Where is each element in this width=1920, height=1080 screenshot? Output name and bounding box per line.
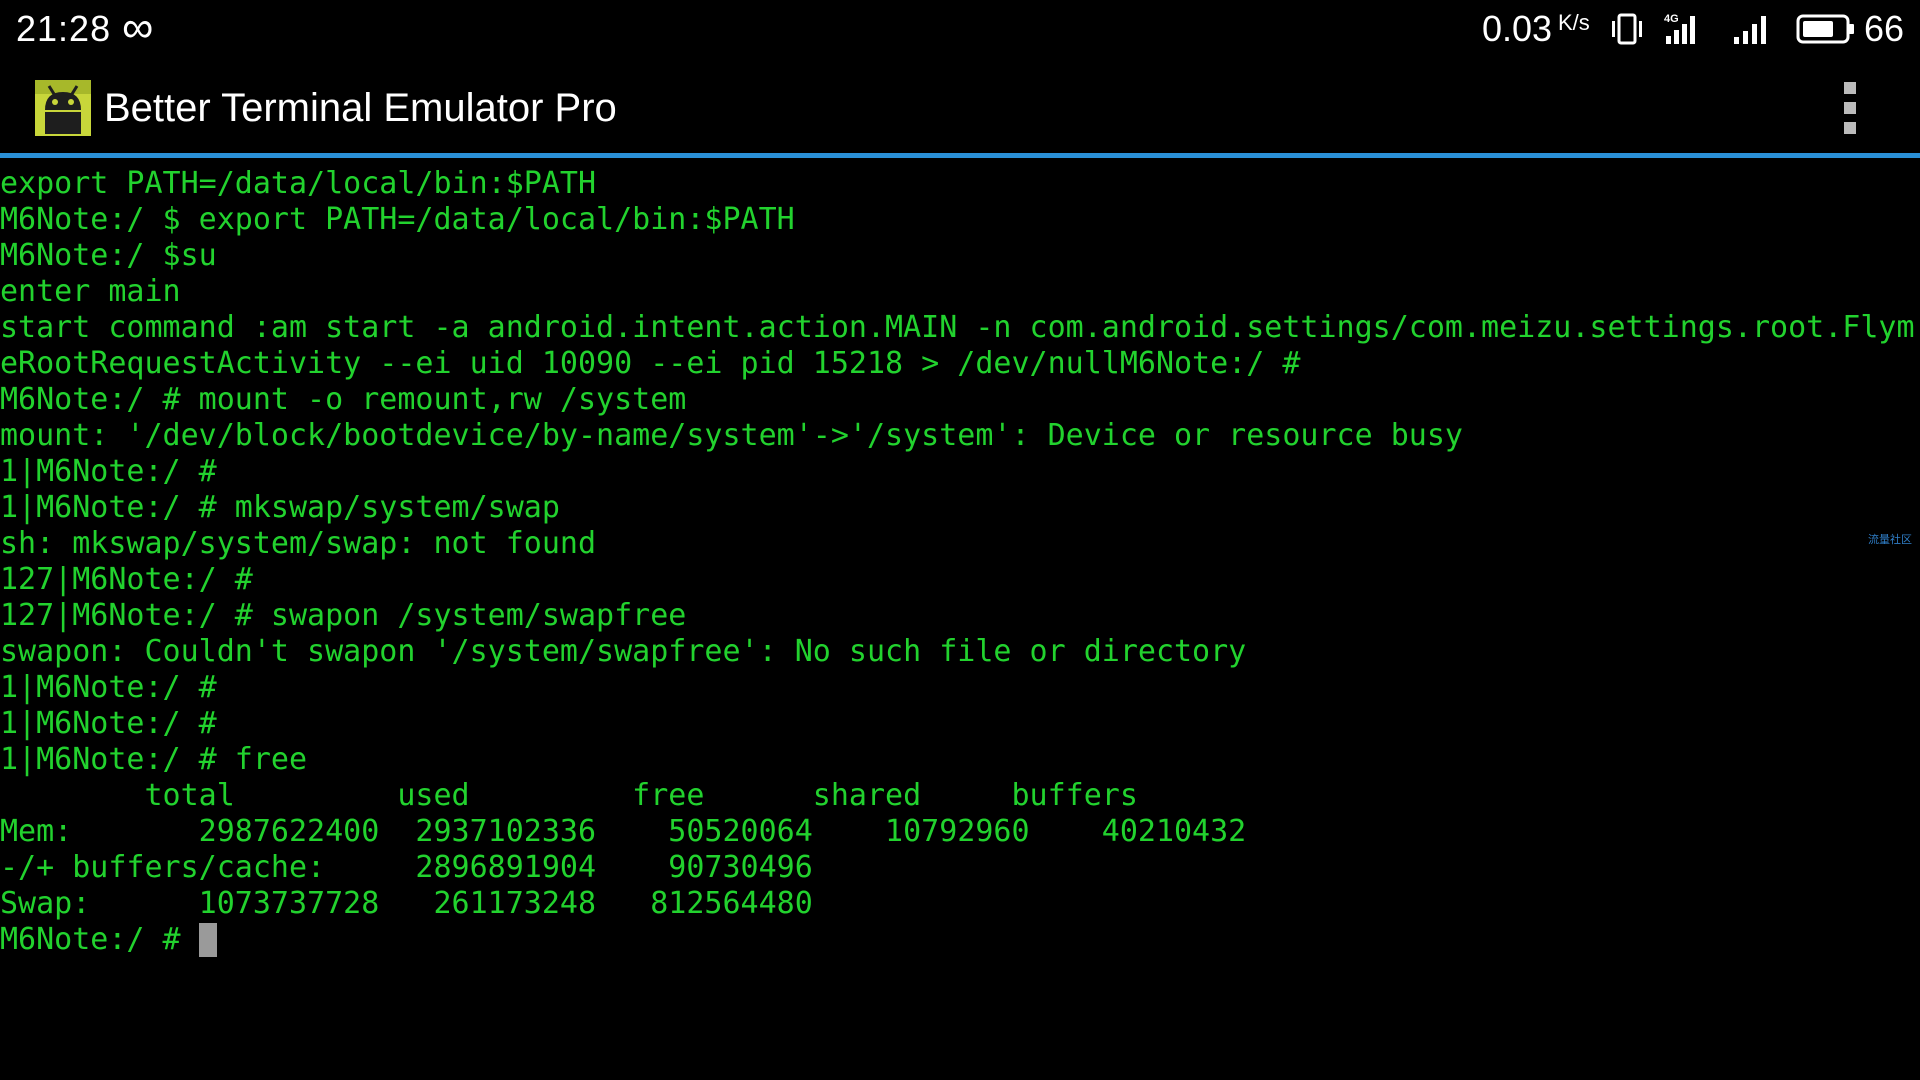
terminal-cursor xyxy=(198,923,217,957)
terminal-line: 1|M6Note:/ # xyxy=(0,454,217,489)
terminal-line: -/+ buffers/cache: 2896891904 90730496 xyxy=(0,850,813,885)
terminal-line: mount: '/dev/block/bootdevice/by-name/sy… xyxy=(0,418,1463,453)
network-speed-unit: K/s xyxy=(1558,10,1590,35)
terminal-line: enter main xyxy=(0,274,181,309)
battery-level: 66 xyxy=(1864,8,1905,49)
terminal-line: M6Note:/ # mount -o remount,rw /system xyxy=(0,382,687,417)
android-app-icon[interactable] xyxy=(35,80,91,136)
overflow-menu-icon[interactable] xyxy=(1836,80,1864,136)
signal-4g-icon: 4G xyxy=(1664,13,1695,44)
screen: 21:28 ∞ 0.03 K/s 4G 66 Better Terminal E… xyxy=(0,0,1920,1080)
watermark: 流量社区 xyxy=(1868,533,1912,546)
app-title: Better Terminal Emulator Pro xyxy=(104,86,617,130)
terminal-line: Swap: 1073737728 261173248 812564480 xyxy=(0,886,813,921)
terminal-line: 127|M6Note:/ # xyxy=(0,562,253,597)
infinity-icon: ∞ xyxy=(122,3,154,52)
terminal-line: 1|M6Note:/ # free xyxy=(0,742,308,777)
terminal-line: export PATH=/data/local/bin:$PATH xyxy=(0,166,597,201)
terminal-line: 1|M6Note:/ # mkswap/system/swap xyxy=(0,490,560,525)
terminal-line: M6Note:/ $ export PATH=/data/local/bin:$… xyxy=(0,202,795,237)
terminal-prompt-line[interactable]: M6Note:/ # xyxy=(0,922,1920,958)
terminal-view[interactable]: export PATH=/data/local/bin:$PATH M6Note:… xyxy=(0,166,1920,1080)
terminal-output: export PATH=/data/local/bin:$PATH M6Note:… xyxy=(0,166,1920,958)
terminal-line: eRootRequestActivity --ei uid 10090 --ei… xyxy=(0,346,1301,381)
app-bar: Better Terminal Emulator Pro xyxy=(0,60,1920,153)
signal-icon xyxy=(1734,16,1766,44)
terminal-line: swapon: Couldn't swapon '/system/swapfre… xyxy=(0,634,1247,669)
terminal-line: total used free shared buffers xyxy=(0,778,1138,813)
terminal-line: sh: mkswap/system/swap: not found xyxy=(0,526,597,561)
menu-dot xyxy=(1844,102,1856,114)
terminal-line: 127|M6Note:/ # swapon /system/swapfree xyxy=(0,598,687,633)
network-speed: 0.03 xyxy=(1482,8,1553,49)
app-bar-accent-line xyxy=(0,153,1920,158)
menu-dot xyxy=(1844,122,1856,134)
terminal-line: start command :am start -a android.inten… xyxy=(0,310,1915,345)
battery-icon xyxy=(1796,14,1854,44)
vibrate-icon xyxy=(1612,13,1642,45)
svg-text:4G: 4G xyxy=(1664,13,1679,25)
terminal-prompt: M6Note:/ # xyxy=(0,922,199,957)
terminal-line: Mem: 2987622400 2937102336 50520064 1079… xyxy=(0,814,1247,849)
terminal-line: M6Note:/ $su xyxy=(0,238,217,273)
status-time: 21:28 xyxy=(16,8,112,49)
menu-dot xyxy=(1844,82,1856,94)
terminal-line: 1|M6Note:/ # xyxy=(0,670,217,705)
terminal-line: 1|M6Note:/ # xyxy=(0,706,217,741)
status-bar: 21:28 ∞ 0.03 K/s 4G 66 xyxy=(0,0,1920,60)
